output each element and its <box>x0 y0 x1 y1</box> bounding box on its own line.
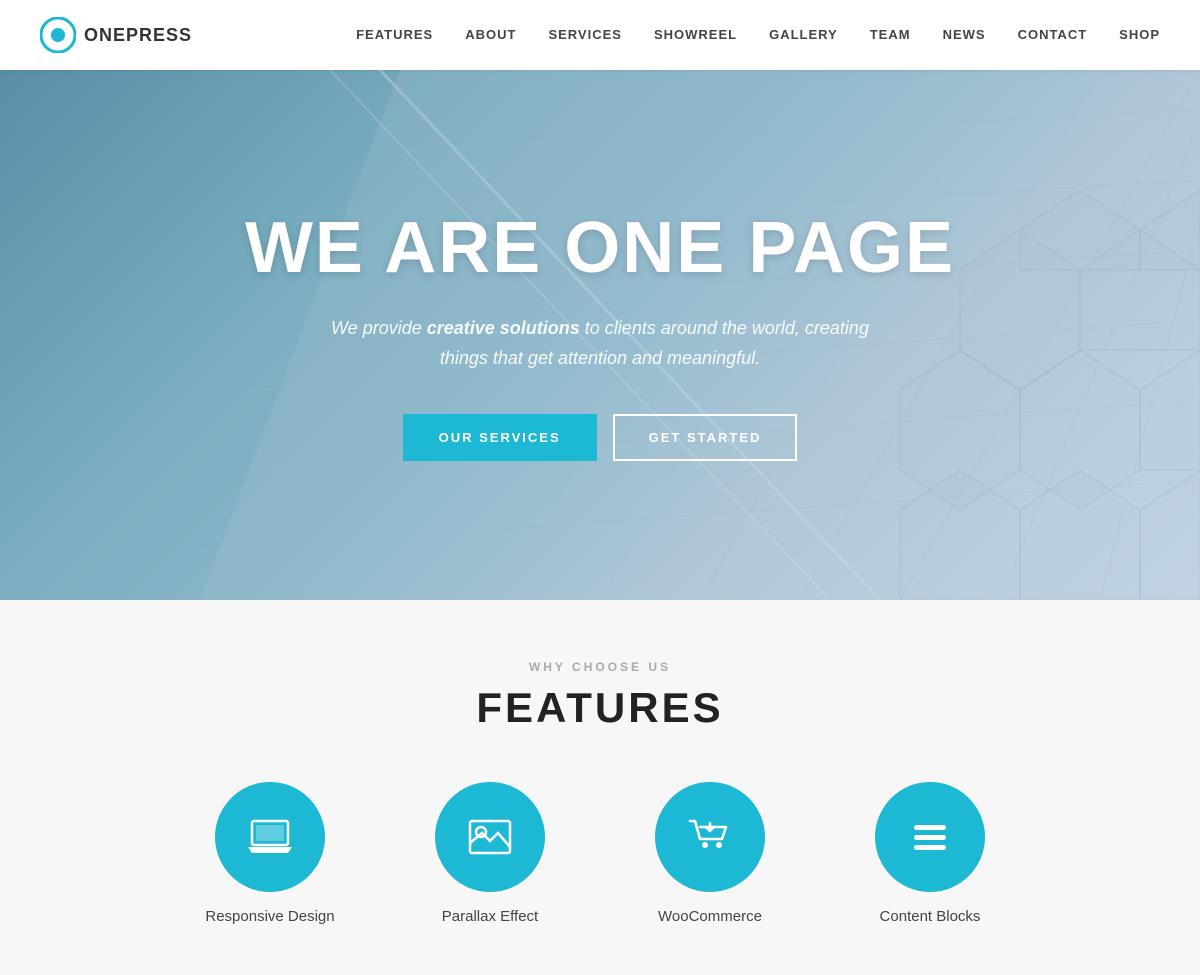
nav-item-showreel[interactable]: SHOWREEL <box>654 27 737 42</box>
nav-item-team[interactable]: TEAM <box>870 27 911 42</box>
nav-item-services[interactable]: SERVICES <box>548 27 622 42</box>
feature-item-parallax: Parallax Effect <box>410 782 570 925</box>
our-services-button[interactable]: OUR SERVICES <box>403 414 597 461</box>
feature-item-woocommerce: WooCommerce <box>630 782 790 925</box>
nav-item-shop[interactable]: SHOP <box>1119 27 1160 42</box>
features-grid: Responsive Design Parallax Effect <box>40 782 1160 925</box>
features-eyebrow: WHY CHOOSE US <box>40 660 1160 674</box>
cart-icon <box>684 811 736 863</box>
feature-label-responsive: Responsive Design <box>205 908 334 925</box>
image-icon <box>464 811 516 863</box>
hero-subtitle-plain: We provide <box>331 318 427 338</box>
hero-subtitle-bold: creative solutions <box>427 318 580 338</box>
nav-item-gallery[interactable]: GALLERY <box>769 27 838 42</box>
hero-section: WE ARE ONE PAGE We provide creative solu… <box>0 70 1200 600</box>
hero-buttons: OUR SERVICES GET STARTED <box>245 414 955 461</box>
feature-icon-circle-responsive <box>215 782 325 892</box>
feature-label-woocommerce: WooCommerce <box>658 908 762 925</box>
feature-icon-circle-parallax <box>435 782 545 892</box>
hero-content: WE ARE ONE PAGE We provide creative solu… <box>225 209 975 460</box>
nav-item-contact[interactable]: CONTACT <box>1018 27 1088 42</box>
laptop-icon <box>244 811 296 863</box>
feature-item-responsive: Responsive Design <box>190 782 350 925</box>
features-section: WHY CHOOSE US FEATURES Responsive Design <box>0 600 1200 975</box>
hero-subtitle: We provide creative solutions to clients… <box>310 313 890 374</box>
feature-icon-circle-content-blocks <box>875 782 985 892</box>
feature-icon-circle-woocommerce <box>655 782 765 892</box>
navbar: ONEPRESS FEATURES ABOUT SERVICES SHOWREE… <box>0 0 1200 70</box>
nav-item-about[interactable]: ABOUT <box>465 27 516 42</box>
logo-icon <box>40 17 76 53</box>
menu-icon <box>904 811 956 863</box>
feature-label-content-blocks: Content Blocks <box>880 908 981 925</box>
nav-item-features[interactable]: FEATURES <box>356 27 433 42</box>
feature-item-content-blocks: Content Blocks <box>850 782 1010 925</box>
nav-item-news[interactable]: NEWS <box>943 27 986 42</box>
hero-title: WE ARE ONE PAGE <box>245 209 955 288</box>
nav-links: FEATURES ABOUT SERVICES SHOWREEL GALLERY… <box>356 26 1160 44</box>
feature-label-parallax: Parallax Effect <box>442 908 538 925</box>
logo-text: ONEPRESS <box>84 25 192 46</box>
features-title: FEATURES <box>40 684 1160 732</box>
get-started-button[interactable]: GET STARTED <box>613 414 798 461</box>
logo-link[interactable]: ONEPRESS <box>40 17 192 53</box>
